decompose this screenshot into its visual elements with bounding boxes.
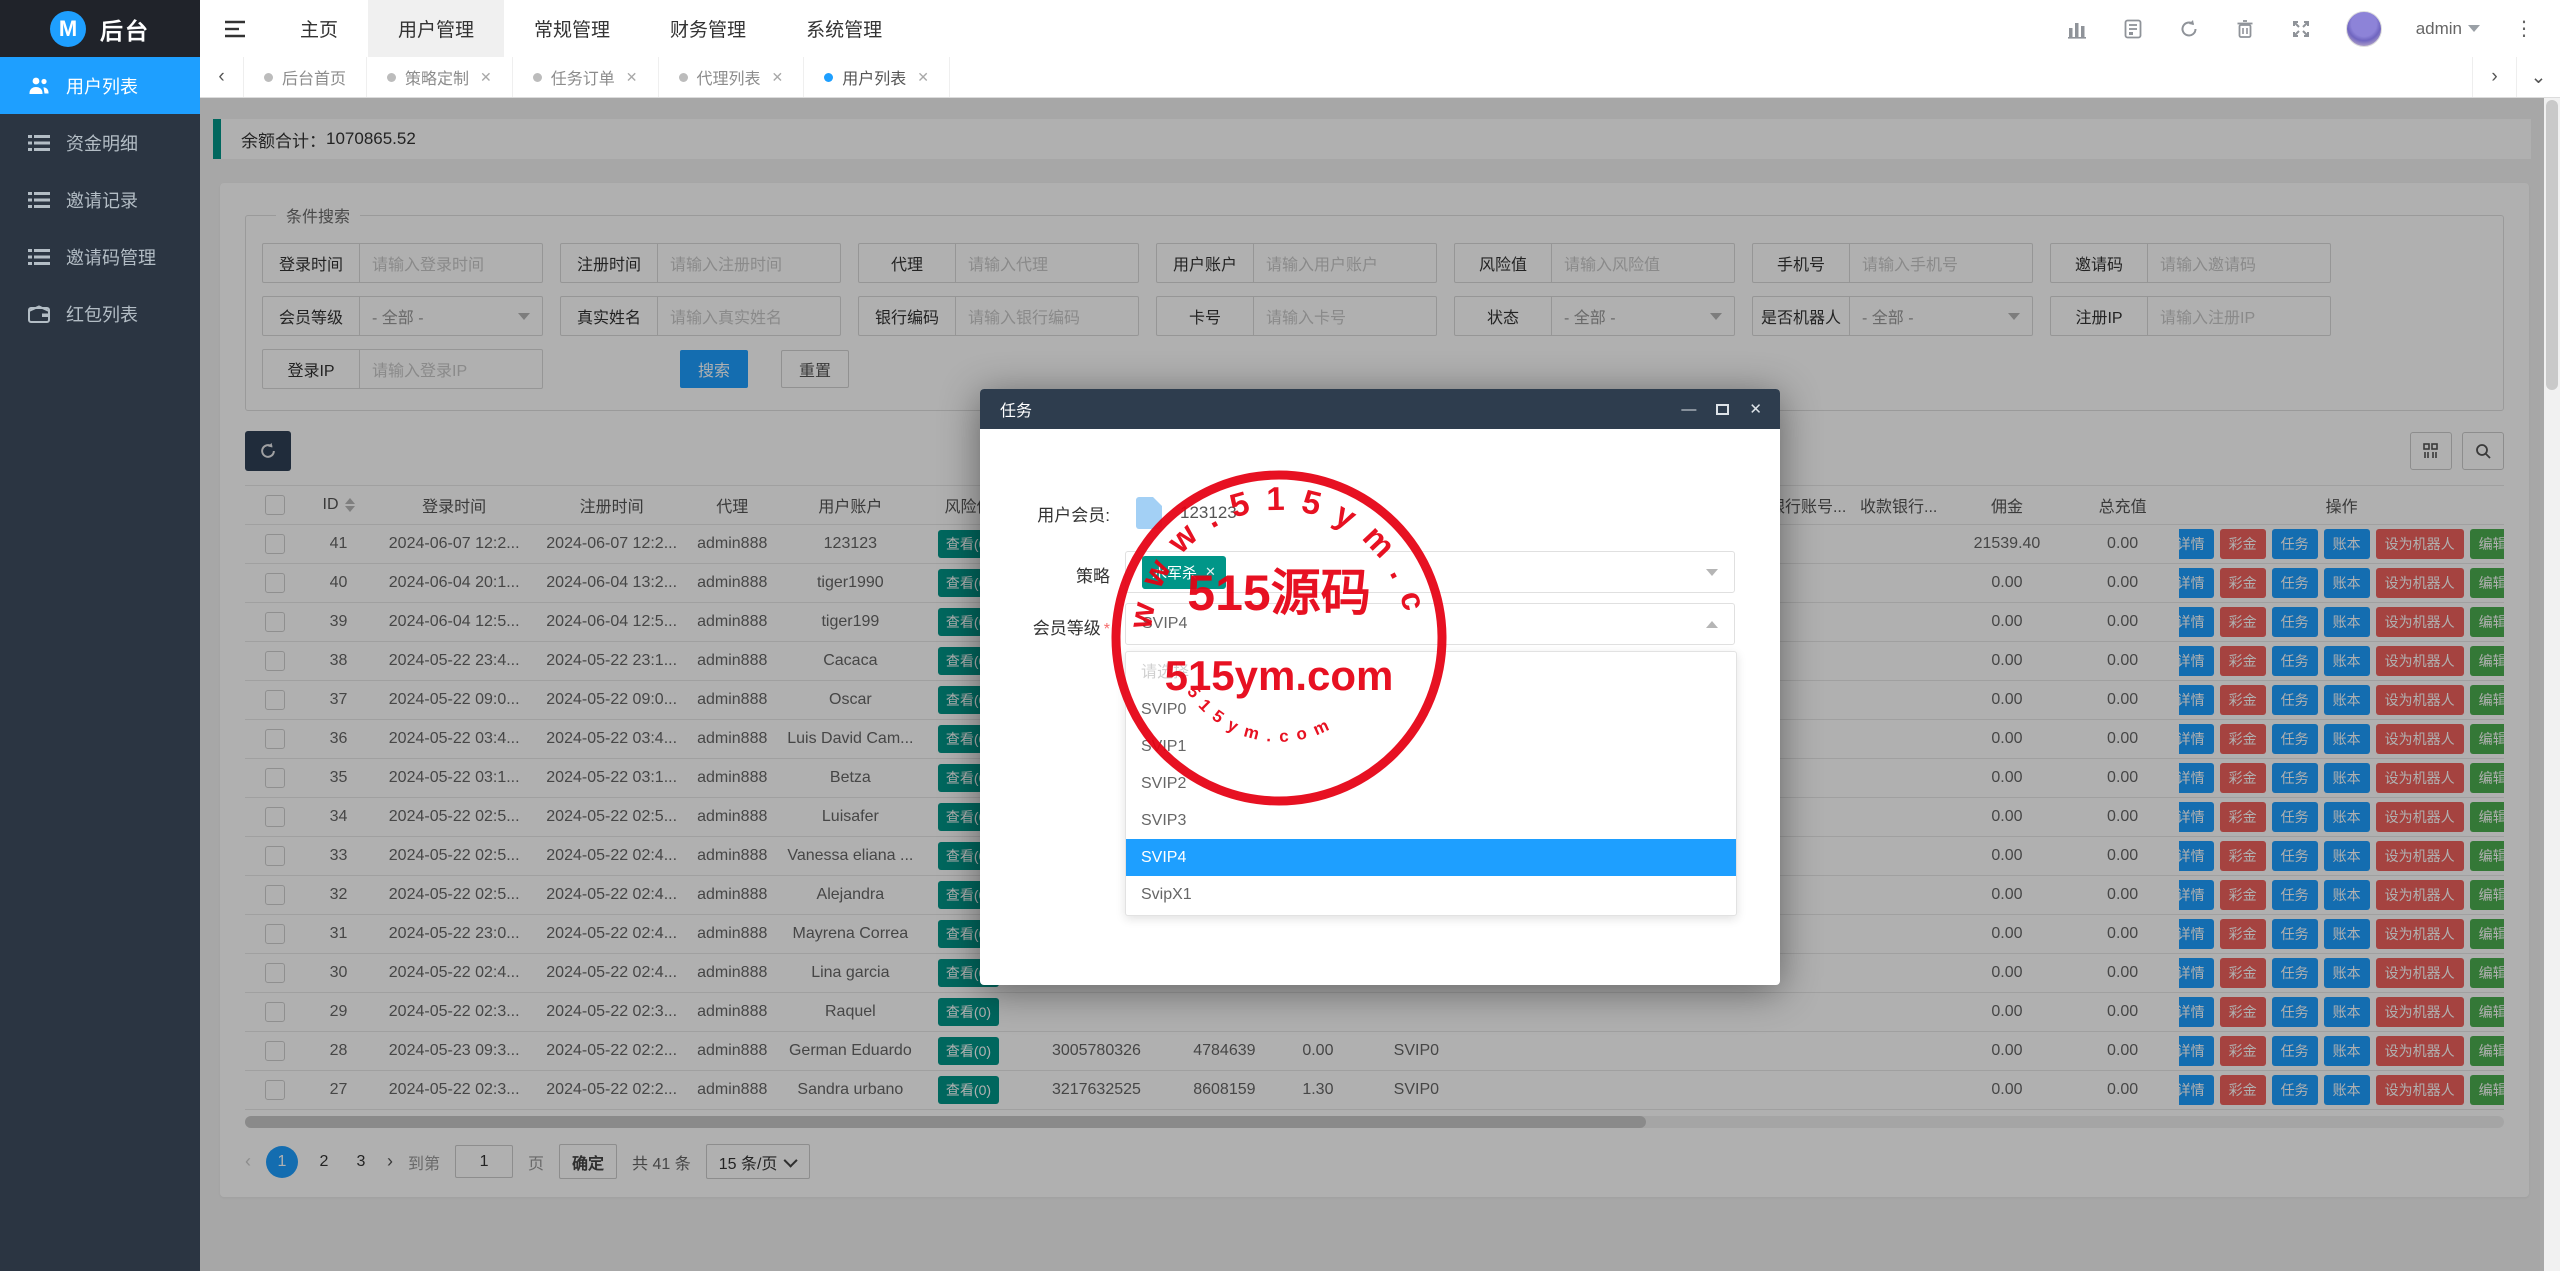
tab-label: 任务订单 [551,65,615,89]
close-icon[interactable]: ✕ [1749,402,1762,417]
option-SVIP0[interactable]: SVIP0 [1126,691,1736,728]
sidebar-item-邀请码管理[interactable]: 邀请码管理 [0,228,200,285]
username: admin [2416,19,2462,39]
level-value: SVIP4 [1142,615,1187,633]
logo-mark: M [50,11,86,47]
list-icon [28,189,50,211]
user-menu[interactable]: admin [2416,19,2480,39]
menu-item-财务管理[interactable]: 财务管理 [640,0,776,57]
main-menu: 主页用户管理常规管理财务管理系统管理 [200,0,912,57]
app-logo: M 后台 [0,0,200,57]
tag-remove-icon[interactable]: ✕ [1205,564,1216,580]
navbar-actions: admin ⋮ [2066,0,2560,57]
sidebar-item-label: 红包列表 [66,301,138,327]
menu-item-常规管理[interactable]: 常规管理 [504,0,640,57]
member-row: 用户会员: 123123 [980,497,1750,529]
sidebar-item-用户列表[interactable]: 用户列表 [0,57,200,114]
tab-dot [264,73,273,82]
option-SVIP2[interactable]: SVIP2 [1126,765,1736,802]
tabs-scroll-right-icon[interactable]: › [2472,57,2516,97]
option-请选择[interactable]: 请选择 [1126,654,1736,691]
sidebar-item-label: 用户列表 [66,73,138,99]
tab-dot [824,73,833,82]
list-icon [28,132,50,154]
strategy-tag-label: 水军杀 [1152,562,1197,583]
strategy-select[interactable]: 水军杀 ✕ [1125,551,1735,593]
member-label: 用户会员: [980,501,1110,526]
level-dropdown: 请选择SVIP0SVIP1SVIP2SVIP3SVIP4SvipX1 [1125,651,1737,916]
fullscreen-icon[interactable] [2290,18,2312,40]
trash-icon[interactable] [2234,18,2256,40]
app-title: 后台 [100,12,150,46]
tab-用户列表[interactable]: 用户列表 ✕ [804,57,950,97]
content-area: 余额合计： 1070865.52 条件搜索 登录时间请输入登录时间注册时间请输入… [200,98,2544,1271]
sidebar-item-邀请记录[interactable]: 邀请记录 [0,171,200,228]
vertical-scrollbar[interactable] [2544,98,2560,1271]
sidebar-item-label: 资金明细 [66,130,138,156]
member-value: 123123 [1180,503,1237,523]
tabs-menu-icon[interactable]: ⌄ [2516,57,2560,97]
sidebar: 用户列表资金明细邀请记录邀请码管理红包列表 [0,57,200,1271]
more-menu-icon[interactable]: ⋮ [2514,16,2534,41]
close-tab-icon[interactable]: ✕ [480,69,492,86]
modal-title: 任务 [980,397,1032,421]
tab-后台首页[interactable]: 后台首页 [244,57,367,97]
level-select[interactable]: SVIP4 [1125,603,1735,645]
refresh-icon[interactable] [2178,18,2200,40]
tabs-scroll-left-icon[interactable]: ‹ [200,57,244,97]
chevron-down-icon [1706,569,1718,576]
tab-任务订单[interactable]: 任务订单 ✕ [513,57,659,97]
strategy-label: 策略 [980,562,1110,587]
option-SVIP1[interactable]: SVIP1 [1126,728,1736,765]
tab-dot [387,73,396,82]
chart-icon[interactable] [2066,18,2088,40]
sidebar-item-资金明细[interactable]: 资金明细 [0,114,200,171]
tab-bar: ‹ 后台首页 策略定制 ✕ 任务订单 ✕ 代理列表 ✕ 用户列表 ✕ › ⌄ [200,57,2560,98]
maximize-icon[interactable] [1716,404,1729,415]
menu-item-系统管理[interactable]: 系统管理 [776,0,912,57]
file-icon [1136,497,1162,529]
modal-body: 用户会员: 123123 策略 水军杀 ✕ 会员等级* SVIP4 [980,429,1780,985]
tab-策略定制[interactable]: 策略定制 ✕ [367,57,513,97]
tab-label: 后台首页 [282,65,346,89]
menu-item-主页[interactable]: 主页 [270,0,368,57]
vscroll-thumb[interactable] [2546,100,2558,390]
top-navbar: M 后台 主页用户管理常规管理财务管理系统管理 admin ⋮ [0,0,2560,57]
chevron-up-icon [1706,621,1718,628]
sidebar-item-红包列表[interactable]: 红包列表 [0,285,200,342]
close-tab-icon[interactable]: ✕ [626,69,638,86]
option-SVIP3[interactable]: SVIP3 [1126,802,1736,839]
tab-label: 代理列表 [697,65,761,89]
sidebar-item-label: 邀请码管理 [66,244,156,270]
tab-dot [533,73,542,82]
option-SvipX1[interactable]: SvipX1 [1126,876,1736,913]
menu-item-用户管理[interactable]: 用户管理 [368,0,504,57]
required-star: * [1104,621,1110,638]
tab-label: 用户列表 [842,65,906,89]
modal-header: 任务 — ✕ [980,389,1780,429]
tab-dot [679,73,688,82]
tab-label: 策略定制 [405,65,469,89]
close-tab-icon[interactable]: ✕ [917,69,929,86]
list-icon [28,246,50,268]
strategy-tag: 水军杀 ✕ [1142,556,1226,589]
minimize-icon[interactable]: — [1681,402,1696,417]
collapse-menu-icon[interactable] [200,0,270,57]
users-icon [28,75,50,97]
sidebar-item-label: 邀请记录 [66,187,138,213]
level-label: 会员等级* [980,614,1110,639]
user-avatar[interactable] [2346,11,2382,47]
tab-代理列表[interactable]: 代理列表 ✕ [659,57,805,97]
report-card-icon[interactable] [2122,18,2144,40]
close-tab-icon[interactable]: ✕ [772,69,784,86]
task-modal: 任务 — ✕ 用户会员: 123123 策略 水军杀 ✕ [980,389,1780,985]
chevron-down-icon [2468,25,2480,32]
option-SVIP4[interactable]: SVIP4 [1126,839,1736,876]
wallet-icon [28,303,50,325]
